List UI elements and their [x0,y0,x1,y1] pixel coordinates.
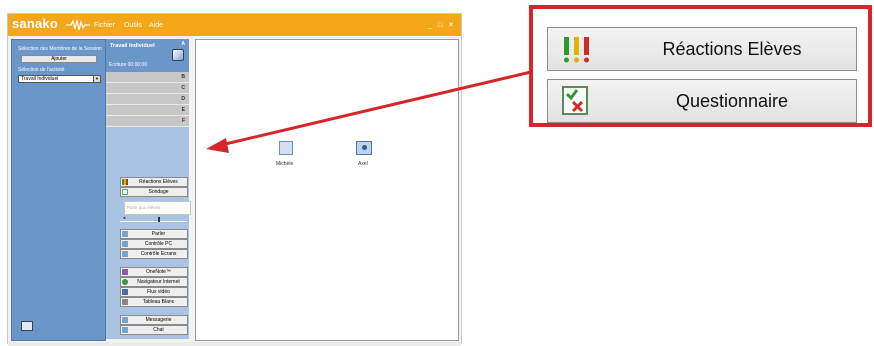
questionnaire-large-label: Questionnaire [675,91,789,111]
arrow-line [220,66,549,147]
traffic-light-icon [564,37,589,63]
reactions-eleves-large-button[interactable]: Réactions Elèves [547,27,857,71]
arrow-head [206,138,229,153]
reactions-eleves-large-label: Réactions Elèves [662,39,802,59]
zoom-callout: Réactions Elèves Questionnaire [529,5,872,127]
questionnaire-large-button[interactable]: Questionnaire [547,79,857,123]
questionnaire-icon [562,86,588,115]
